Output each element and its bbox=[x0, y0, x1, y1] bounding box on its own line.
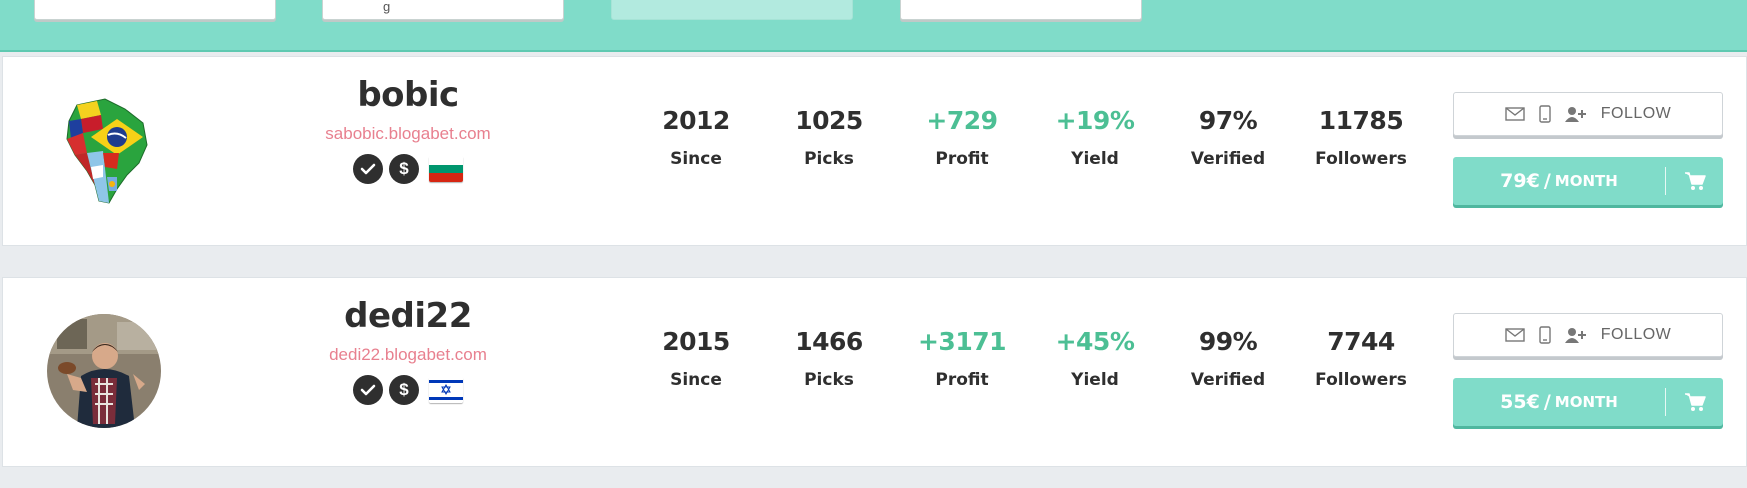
stat-since-label: Since bbox=[670, 370, 722, 390]
subscribe-button[interactable]: 79€ / MONTH bbox=[1453, 157, 1723, 205]
stat-picks-label: Picks bbox=[804, 149, 854, 169]
add-user-icon bbox=[1564, 327, 1587, 343]
tipster-card: dedi22 dedi22.blogabet.com $ 2015 Since … bbox=[2, 277, 1747, 467]
mobile-icon[interactable] bbox=[1539, 105, 1551, 123]
stat-profit-value: +3171 bbox=[917, 327, 1007, 356]
username[interactable]: bobic bbox=[303, 73, 513, 117]
blog-link[interactable]: dedi22.blogabet.com bbox=[303, 345, 513, 365]
badges: $ bbox=[303, 154, 513, 184]
stat-yield-value: +45% bbox=[1055, 327, 1135, 356]
add-user-icon bbox=[1564, 106, 1587, 122]
price-period: MONTH bbox=[1554, 393, 1618, 411]
price: 55€ / MONTH bbox=[1453, 378, 1665, 426]
button-divider bbox=[1665, 388, 1666, 416]
stat-yield-value: +19% bbox=[1055, 106, 1135, 135]
cart-icon[interactable] bbox=[1667, 378, 1723, 426]
stat-since-value: 2012 bbox=[662, 106, 730, 135]
follow-label: FOLLOW bbox=[1600, 105, 1672, 122]
stat-yield-label: Yield bbox=[1071, 370, 1119, 390]
stat-since: 2012 Since bbox=[636, 105, 756, 169]
price-separator: / bbox=[1543, 170, 1551, 192]
stat-followers-label: Followers bbox=[1315, 370, 1407, 390]
badges: $ bbox=[303, 375, 513, 405]
stat-followers-value: 7744 bbox=[1327, 327, 1395, 356]
mobile-icon[interactable] bbox=[1539, 326, 1551, 344]
cart-icon[interactable] bbox=[1667, 157, 1723, 205]
filter-input-2-text: g bbox=[383, 0, 391, 14]
person-photo-image bbox=[47, 314, 161, 428]
check-icon bbox=[353, 375, 383, 405]
israel-flag-icon bbox=[429, 377, 463, 403]
avatar[interactable] bbox=[47, 314, 161, 428]
stat-verified: 99% Verified bbox=[1168, 326, 1288, 390]
bulgaria-flag-icon bbox=[429, 156, 463, 182]
stat-verified-label: Verified bbox=[1190, 370, 1266, 390]
check-icon bbox=[353, 154, 383, 184]
stat-profit-value: +729 bbox=[926, 106, 998, 135]
tipster-card: bobic sabobic.blogabet.com $ 2012 Since … bbox=[2, 56, 1747, 246]
stat-followers: 11785 Followers bbox=[1301, 105, 1421, 169]
username[interactable]: dedi22 bbox=[303, 294, 513, 338]
stat-verified: 97% Verified bbox=[1168, 105, 1288, 169]
stat-picks-value: 1025 bbox=[795, 106, 863, 135]
dollar-icon: $ bbox=[389, 154, 419, 184]
filter-bar: g bbox=[0, 0, 1747, 52]
stat-verified-label: Verified bbox=[1190, 149, 1266, 169]
price-separator: / bbox=[1543, 391, 1551, 413]
stat-profit: +729 Profit bbox=[902, 105, 1022, 169]
filter-input-3[interactable] bbox=[900, 0, 1142, 20]
stat-followers-value: 11785 bbox=[1318, 106, 1404, 135]
stat-yield: +45% Yield bbox=[1035, 326, 1155, 390]
stat-picks: 1466 Picks bbox=[769, 326, 889, 390]
filter-tab-active[interactable] bbox=[611, 0, 853, 20]
price-period: MONTH bbox=[1554, 172, 1618, 190]
follow-label: FOLLOW bbox=[1600, 326, 1672, 343]
stat-yield-label: Yield bbox=[1071, 149, 1119, 169]
stat-since-label: Since bbox=[670, 149, 722, 169]
stat-since-value: 2015 bbox=[662, 327, 730, 356]
stat-picks-value: 1466 bbox=[795, 327, 863, 356]
stat-followers: 7744 Followers bbox=[1301, 326, 1421, 390]
blog-link[interactable]: sabobic.blogabet.com bbox=[303, 124, 513, 144]
stat-yield: +19% Yield bbox=[1035, 105, 1155, 169]
price-amount: 55€ bbox=[1500, 391, 1540, 413]
stat-since: 2015 Since bbox=[636, 326, 756, 390]
stat-picks: 1025 Picks bbox=[769, 105, 889, 169]
tipster-info: bobic sabobic.blogabet.com $ bbox=[303, 73, 513, 184]
follow-button[interactable]: FOLLOW bbox=[1453, 92, 1723, 136]
dollar-icon: $ bbox=[389, 375, 419, 405]
follow-button[interactable]: FOLLOW bbox=[1453, 313, 1723, 357]
stat-profit-label: Profit bbox=[935, 370, 989, 390]
tipster-info: dedi22 dedi22.blogabet.com $ bbox=[303, 294, 513, 405]
price: 79€ / MONTH bbox=[1453, 157, 1665, 205]
envelope-icon[interactable] bbox=[1505, 107, 1525, 121]
stat-profit: +3171 Profit bbox=[902, 326, 1022, 390]
south-america-map-image bbox=[66, 98, 148, 204]
button-divider bbox=[1665, 167, 1666, 195]
subscribe-button[interactable]: 55€ / MONTH bbox=[1453, 378, 1723, 426]
stat-picks-label: Picks bbox=[804, 370, 854, 390]
stat-profit-label: Profit bbox=[935, 149, 989, 169]
price-amount: 79€ bbox=[1500, 170, 1540, 192]
envelope-icon[interactable] bbox=[1505, 328, 1525, 342]
avatar[interactable] bbox=[47, 93, 161, 207]
filter-input-2[interactable]: g bbox=[322, 0, 564, 20]
stat-followers-label: Followers bbox=[1315, 149, 1407, 169]
stat-verified-value: 97% bbox=[1198, 106, 1258, 135]
stat-verified-value: 99% bbox=[1198, 327, 1258, 356]
filter-input-1[interactable] bbox=[34, 0, 276, 20]
